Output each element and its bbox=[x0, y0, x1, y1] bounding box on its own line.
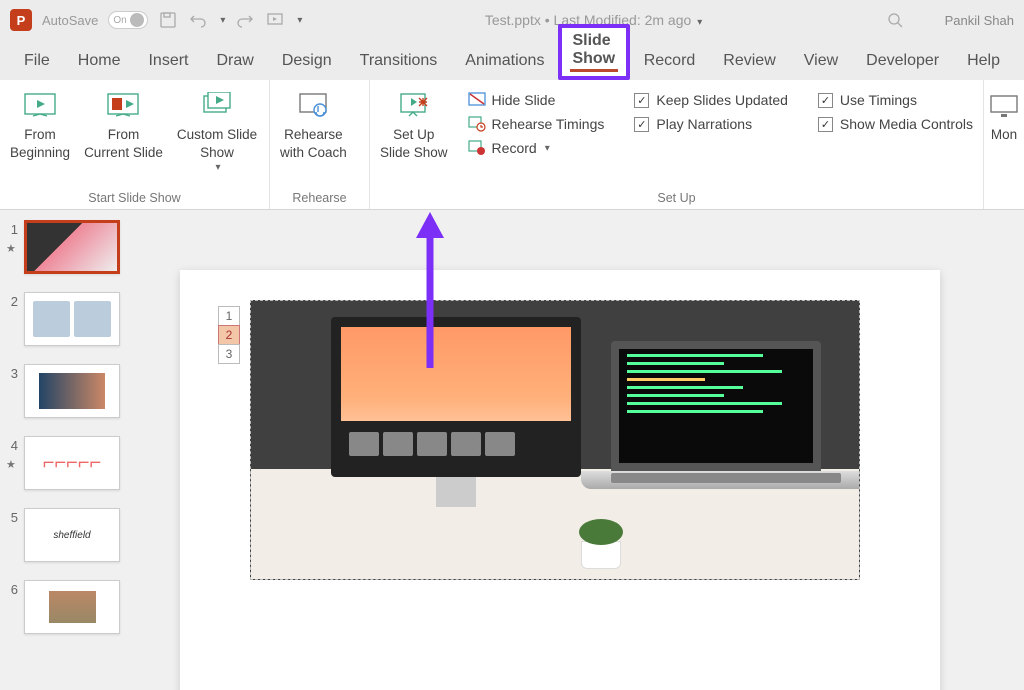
annotation-arrow bbox=[410, 210, 450, 368]
checkbox-icon: ✓ bbox=[634, 93, 649, 108]
setup-slideshow-button[interactable]: Set Up Slide Show bbox=[380, 86, 448, 161]
chevron-down-icon: ▾ bbox=[215, 161, 220, 174]
present-icon[interactable] bbox=[265, 10, 285, 30]
hide-slide-button[interactable]: Hide Slide bbox=[468, 88, 605, 112]
play-narrations-checkbox[interactable]: ✓ Play Narrations bbox=[634, 112, 788, 136]
monitor-button[interactable]: Mon bbox=[994, 86, 1014, 144]
show-media-checkbox[interactable]: ✓ Show Media Controls bbox=[818, 112, 973, 136]
record-icon bbox=[468, 139, 486, 157]
menu-review[interactable]: Review bbox=[709, 44, 789, 80]
from-beginning-button[interactable]: From Beginning bbox=[10, 86, 70, 161]
menu-design[interactable]: Design bbox=[268, 44, 346, 80]
custom-show-button[interactable]: Custom Slide Show ▾ bbox=[177, 86, 257, 174]
menu-bar: File Home Insert Draw Design Transitions… bbox=[0, 40, 1024, 80]
undo-icon[interactable] bbox=[188, 10, 208, 30]
record-button[interactable]: Record ▾ bbox=[468, 136, 605, 160]
keep-slides-updated-checkbox[interactable]: ✓ Keep Slides Updated bbox=[634, 88, 788, 112]
menu-transitions[interactable]: Transitions bbox=[346, 44, 452, 80]
checkbox-icon: ✓ bbox=[634, 117, 649, 132]
anim-marker-2[interactable]: 2 bbox=[218, 325, 240, 345]
menu-home[interactable]: Home bbox=[64, 44, 135, 80]
menu-insert[interactable]: Insert bbox=[134, 44, 202, 80]
menu-developer[interactable]: Developer bbox=[852, 44, 953, 80]
play-current-icon bbox=[105, 90, 141, 122]
workspace: 1★ 2 3 4★ ⌐⌐⌐⌐⌐ 5 sheffield 6 bbox=[0, 210, 1024, 690]
save-icon[interactable] bbox=[158, 10, 178, 30]
thumbnail bbox=[24, 364, 120, 418]
ribbon: From Beginning From Current Slide Custom… bbox=[0, 80, 1024, 210]
thumbnail bbox=[24, 220, 120, 274]
hide-slide-icon bbox=[468, 91, 486, 109]
search-icon[interactable] bbox=[885, 10, 905, 30]
slide-canvas-area: 1 2 3 bbox=[150, 210, 1024, 690]
toggle-knob bbox=[130, 13, 144, 27]
anim-marker-1[interactable]: 1 bbox=[218, 306, 240, 326]
group-label-setup: Set Up bbox=[380, 187, 973, 207]
menu-draw[interactable]: Draw bbox=[202, 44, 267, 80]
group-label-rehearse: Rehearse bbox=[280, 187, 359, 207]
coach-icon bbox=[295, 90, 331, 122]
menu-record[interactable]: Record bbox=[630, 44, 710, 80]
setup-icon bbox=[396, 90, 432, 122]
menu-slideshow[interactable]: Slide Show bbox=[558, 24, 629, 80]
thumbnail: sheffield bbox=[24, 508, 120, 562]
slide-thumb-3[interactable]: 3 bbox=[6, 364, 144, 418]
play-icon bbox=[22, 90, 58, 122]
menu-animations[interactable]: Animations bbox=[451, 44, 558, 80]
chevron-down-icon: ▾ bbox=[545, 143, 550, 154]
checkbox-icon: ✓ bbox=[818, 117, 833, 132]
undo-dropdown[interactable]: ▾ bbox=[220, 15, 225, 26]
title-bar: P AutoSave On ▾ ▾ Test.pptx • Last Modif… bbox=[0, 0, 1024, 40]
from-current-button[interactable]: From Current Slide bbox=[84, 86, 163, 161]
menu-file[interactable]: File bbox=[10, 44, 64, 80]
slide-canvas[interactable]: 1 2 3 bbox=[180, 270, 940, 690]
animation-markers: 1 2 3 bbox=[218, 306, 242, 363]
slide-thumb-2[interactable]: 2 bbox=[6, 292, 144, 346]
slide-thumb-1[interactable]: 1★ bbox=[6, 220, 144, 274]
rehearse-timings-button[interactable]: Rehearse Timings bbox=[468, 112, 605, 136]
app-icon: P bbox=[10, 9, 32, 31]
redo-icon[interactable] bbox=[235, 10, 255, 30]
autosave-toggle[interactable]: On bbox=[108, 11, 148, 29]
slide-thumb-4[interactable]: 4★ ⌐⌐⌐⌐⌐ bbox=[6, 436, 144, 490]
slide-image-placeholder[interactable] bbox=[250, 300, 860, 580]
menu-view[interactable]: View bbox=[790, 44, 852, 80]
use-timings-checkbox[interactable]: ✓ Use Timings bbox=[818, 88, 973, 112]
monitor-icon bbox=[986, 90, 1022, 122]
rehearse-coach-button[interactable]: Rehearse with Coach bbox=[280, 86, 347, 161]
autosave-label: AutoSave bbox=[42, 13, 98, 28]
anim-marker-3[interactable]: 3 bbox=[218, 344, 240, 364]
qat-dropdown[interactable]: ▾ bbox=[297, 15, 302, 26]
slide-thumb-5[interactable]: 5 sheffield bbox=[6, 508, 144, 562]
thumbnail bbox=[24, 580, 120, 634]
checkbox-icon: ✓ bbox=[818, 93, 833, 108]
thumbnail bbox=[24, 292, 120, 346]
custom-show-icon bbox=[199, 90, 235, 122]
menu-help[interactable]: Help bbox=[953, 44, 1014, 80]
slide-thumb-6[interactable]: 6 bbox=[6, 580, 144, 634]
thumbnail-panel: 1★ 2 3 4★ ⌐⌐⌐⌐⌐ 5 sheffield 6 bbox=[0, 210, 150, 690]
group-label-start: Start Slide Show bbox=[10, 187, 259, 207]
timings-icon bbox=[468, 115, 486, 133]
thumbnail: ⌐⌐⌐⌐⌐ bbox=[24, 436, 120, 490]
user-name[interactable]: Pankil Shah bbox=[945, 13, 1014, 28]
active-underline bbox=[570, 69, 617, 72]
